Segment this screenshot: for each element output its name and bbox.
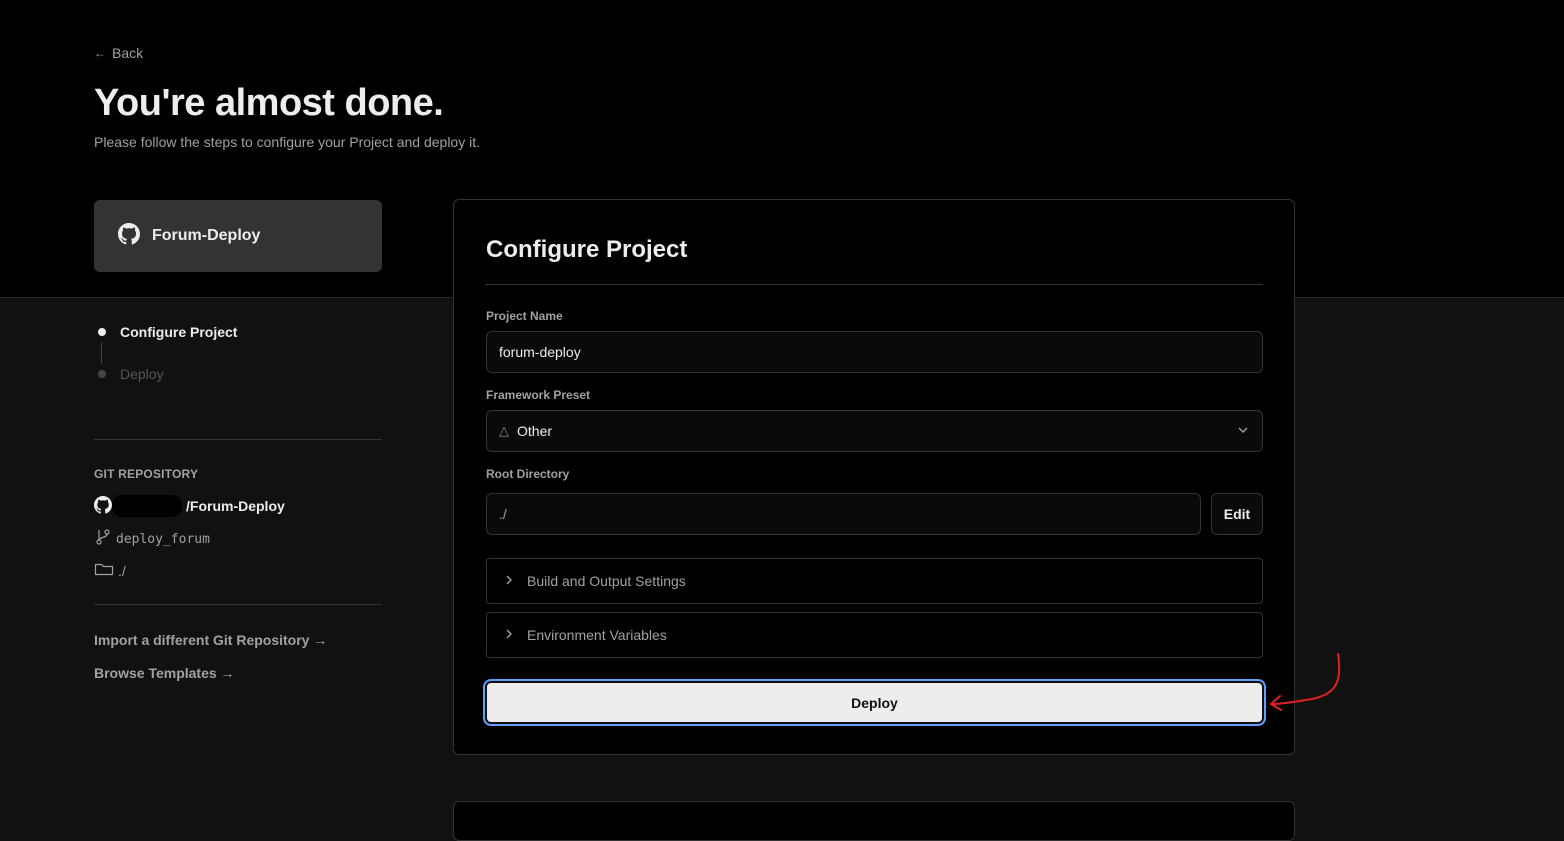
chevron-down-icon: [1236, 423, 1250, 440]
framework-preset-label: Framework Preset: [486, 388, 591, 402]
environment-variables-toggle[interactable]: Environment Variables: [486, 612, 1263, 658]
triangle-icon: △: [499, 423, 509, 438]
project-name-value: forum-deploy: [499, 344, 581, 360]
step-deploy: Deploy: [94, 364, 237, 384]
github-icon: [94, 495, 112, 517]
step-dot: [98, 328, 106, 336]
configure-title: Configure Project: [486, 236, 688, 263]
step-connector: [101, 342, 102, 364]
chevron-right-icon: [503, 627, 515, 643]
back-link[interactable]: ← Back: [94, 45, 143, 61]
git-repository-label: GIT REPOSITORY: [94, 467, 199, 481]
root-directory-label: Root Directory: [486, 467, 570, 481]
framework-value: Other: [517, 423, 553, 439]
git-repo-name: /Forum-Deploy: [186, 498, 285, 514]
configure-project-card: Configure Project Project Name forum-dep…: [453, 199, 1295, 755]
git-branch-row: deploy_forum: [94, 528, 210, 550]
folder-icon: [94, 561, 114, 580]
step-label: Deploy: [120, 366, 164, 382]
next-section-card: [453, 801, 1295, 841]
project-name-label: Project Name: [486, 309, 563, 323]
card-divider: [486, 284, 1263, 285]
step-label: Configure Project: [120, 324, 238, 340]
edit-root-directory-button[interactable]: Edit: [1211, 493, 1263, 535]
page-title: You're almost done.: [94, 82, 444, 124]
step-dot: [98, 370, 106, 378]
arrow-left-icon: ←: [94, 46, 106, 60]
environment-variables-label: Environment Variables: [527, 627, 667, 643]
import-repo-link[interactable]: Import a different Git Repository →: [94, 632, 327, 648]
framework-preset-select[interactable]: △ Other: [486, 410, 1263, 452]
browse-templates-link[interactable]: Browse Templates →: [94, 665, 235, 681]
page-subtitle: Please follow the steps to configure you…: [94, 134, 480, 150]
git-branch-name: deploy_forum: [116, 531, 210, 547]
sidebar-divider: [94, 604, 382, 605]
chevron-right-icon: [503, 573, 515, 589]
deploy-button[interactable]: Deploy: [485, 681, 1264, 724]
build-output-settings-toggle[interactable]: Build and Output Settings: [486, 558, 1263, 604]
back-label: Back: [112, 45, 144, 61]
git-repo-row[interactable]: /Forum-Deploy: [94, 495, 285, 517]
build-output-settings-label: Build and Output Settings: [527, 573, 686, 589]
git-directory: ./: [118, 562, 126, 579]
repo-card: Forum-Deploy: [94, 200, 382, 272]
github-icon: [118, 222, 140, 250]
project-name-input[interactable]: forum-deploy: [486, 331, 1263, 373]
root-directory-input[interactable]: ./: [486, 493, 1201, 535]
sidebar-divider: [94, 439, 382, 440]
annotation-arrow-icon: [1270, 653, 1341, 711]
git-branch-icon: [94, 528, 112, 550]
git-directory-row: ./: [94, 561, 126, 580]
redacted-owner: [112, 495, 182, 517]
step-configure-project: Configure Project: [94, 322, 237, 342]
repo-card-name: Forum-Deploy: [152, 227, 261, 244]
steps-list: Configure Project Deploy: [94, 322, 237, 384]
root-directory-value: ./: [499, 506, 507, 522]
